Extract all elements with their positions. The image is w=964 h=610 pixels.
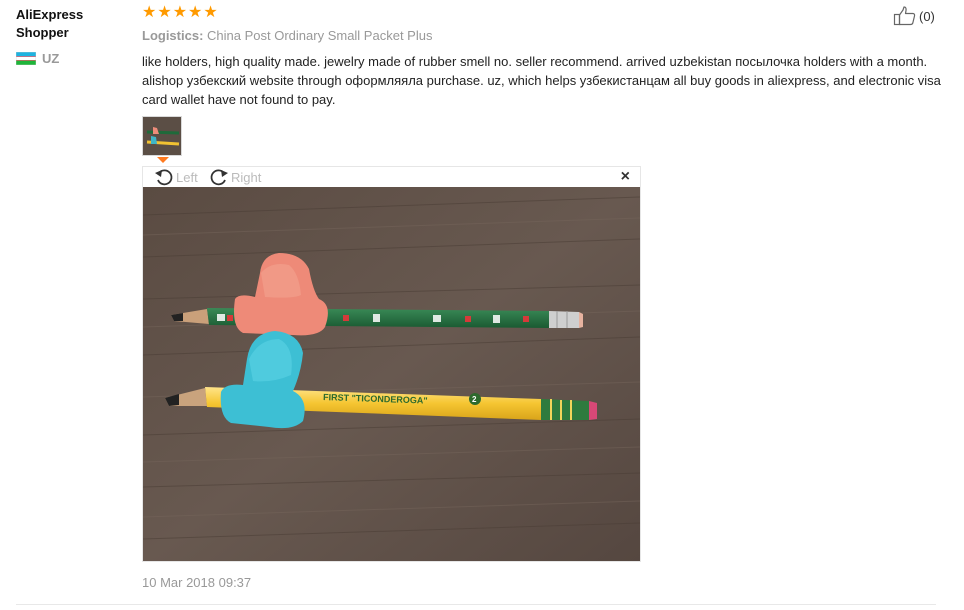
image-viewer: Left Right × FIRST "TICONDEROGA" 2 — [142, 166, 641, 562]
review-divider — [16, 604, 936, 605]
star-rating: ★ ★ ★ ★ ★ — [142, 4, 218, 22]
pencils-photo: FIRST "TICONDEROGA" 2 — [143, 187, 640, 561]
star-icon: ★ — [157, 4, 172, 21]
rotate-left-button[interactable]: Left — [153, 167, 198, 187]
review-text: like holders, high quality made. jewelry… — [142, 54, 941, 107]
star-icon: ★ — [172, 4, 188, 21]
viewer-toolbar: Left Right × — [143, 167, 640, 187]
logistics-label: Logistics: — [142, 28, 204, 43]
pencil-grade-text: 2 — [472, 395, 477, 404]
helpful-button[interactable]: (0) — [893, 6, 935, 26]
helpful-count: (0) — [919, 8, 935, 24]
star-icon: ★ — [188, 4, 203, 21]
rotate-left-icon — [155, 169, 173, 186]
rotate-left-label: Left — [176, 169, 198, 185]
rotate-right-icon — [210, 169, 228, 186]
review-photo: FIRST "TICONDEROGA" 2 — [143, 187, 640, 561]
thumbnail-image — [143, 117, 181, 155]
reviewer-country: UZ — [16, 51, 59, 66]
logistics-info: Logistics: China Post Ordinary Small Pac… — [142, 28, 432, 43]
thumbs-up-icon — [893, 6, 916, 26]
rotate-right-label: Right — [231, 169, 262, 185]
star-icon: ★ — [203, 4, 218, 21]
review-photo-thumbnail[interactable] — [142, 116, 182, 156]
country-code: UZ — [42, 51, 60, 66]
star-icon: ★ — [142, 4, 157, 21]
reviewer-name: AliExpress Shopper — [16, 7, 84, 40]
rotate-right-button[interactable]: Right — [208, 167, 261, 187]
thumbnail-selected-indicator — [157, 157, 169, 163]
logistics-value: China Post Ordinary Small Packet Plus — [207, 28, 433, 43]
review-date: 10 Mar 2018 09:37 — [142, 575, 252, 590]
close-viewer-button[interactable]: × — [621, 169, 630, 185]
uzbekistan-flag-icon — [16, 52, 36, 65]
